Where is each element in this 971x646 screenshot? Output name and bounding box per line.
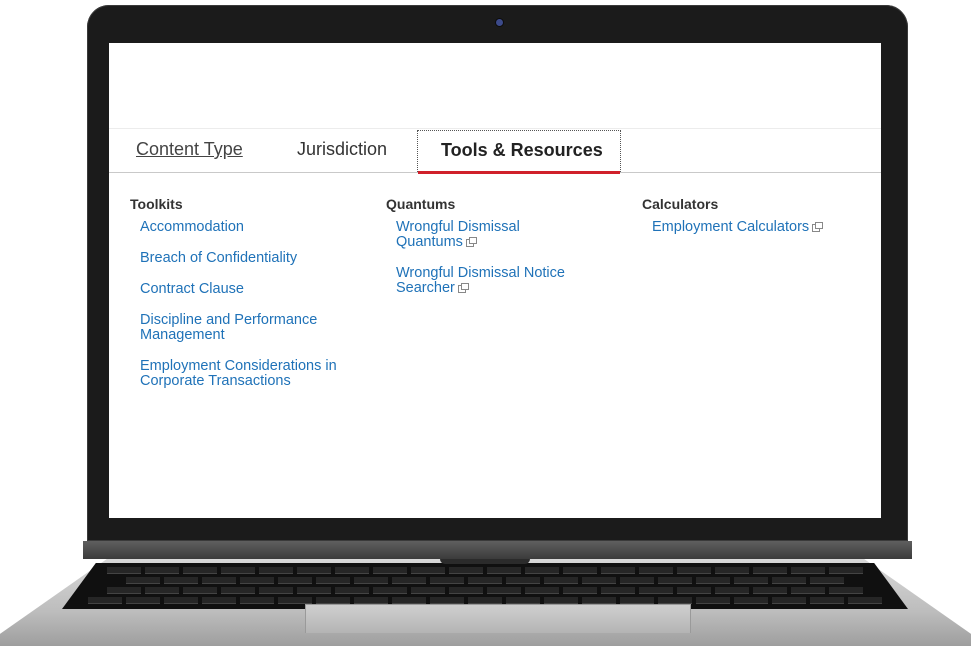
external-link-icon: [812, 222, 824, 232]
list-item: Breach of Confidentiality: [140, 251, 370, 266]
list-item: Employment Calculators: [652, 220, 881, 235]
quantums-column: Quantums Wrongful Dismissal Quantums Wro…: [386, 195, 626, 312]
list-item: Wrongful Dismissal Quantums: [396, 220, 556, 250]
toolkit-link-employment-considerations[interactable]: Employment Considerations in Corporate T…: [140, 358, 337, 389]
trackpad: [305, 604, 691, 633]
list-item: Accommodation: [140, 220, 370, 235]
list-item: Wrongful Dismissal Notice Searcher: [396, 266, 601, 296]
toolkit-link-accommodation[interactable]: Accommodation: [140, 219, 244, 235]
toolkits-heading: Toolkits: [130, 196, 183, 212]
lid-notch: [440, 559, 530, 564]
quantum-link-notice-searcher[interactable]: Wrongful Dismissal Notice Searcher: [396, 265, 565, 296]
quantum-link-wrongful-dismissal[interactable]: Wrongful Dismissal Quantums: [396, 219, 520, 250]
calculators-heading: Calculators: [642, 196, 719, 212]
keyboard: [62, 563, 908, 609]
toolkit-link-contract-clause[interactable]: Contract Clause: [140, 281, 244, 297]
webcam-icon: [496, 19, 503, 26]
quantums-heading: Quantums: [386, 196, 456, 212]
list-item: Employment Considerations in Corporate T…: [140, 359, 345, 389]
toolkits-column: Toolkits Accommodation Breach of Confide…: [130, 195, 370, 405]
calculator-link-employment[interactable]: Employment Calculators: [652, 219, 809, 235]
toolkit-link-breach-of-confidentiality[interactable]: Breach of Confidentiality: [140, 250, 297, 266]
laptop-hinge: [83, 541, 912, 559]
tab-content-type[interactable]: Content Type: [136, 129, 243, 173]
external-link-icon: [457, 283, 469, 293]
list-item: Discipline and Performance Management: [140, 313, 340, 343]
tab-jurisdiction[interactable]: Jurisdiction: [297, 129, 387, 173]
screen: Content Type Jurisdiction Tools & Resour…: [109, 43, 881, 518]
toolkit-link-discipline-performance[interactable]: Discipline and Performance Management: [140, 312, 317, 343]
list-item: Contract Clause: [140, 282, 370, 297]
tab-tools-resources[interactable]: Tools & Resources: [417, 130, 621, 174]
tab-bar: Content Type Jurisdiction Tools & Resour…: [109, 128, 881, 174]
calculators-column: Calculators Employment Calculators: [642, 195, 881, 251]
external-link-icon: [465, 237, 477, 247]
